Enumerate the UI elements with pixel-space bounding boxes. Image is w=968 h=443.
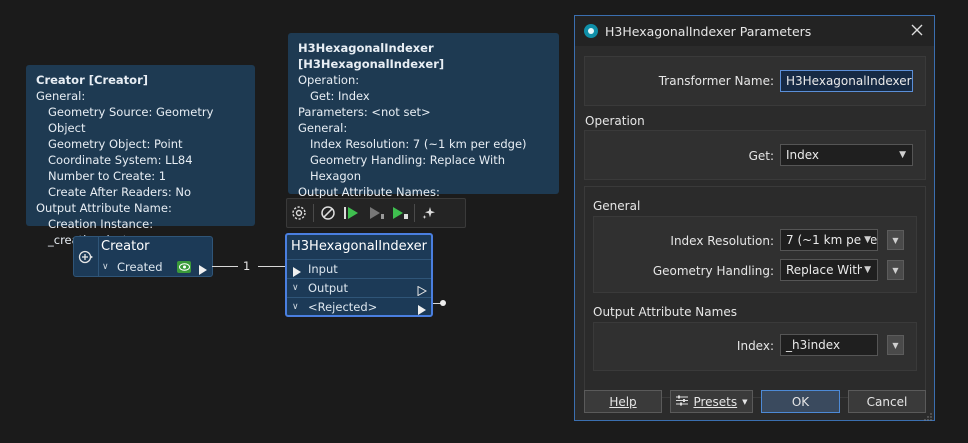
toolbar-separator <box>414 204 415 222</box>
parameters-dialog: H3HexagonalIndexer Parameters Transforme… <box>574 15 935 421</box>
h3-tooltip-line: General: <box>298 121 348 135</box>
h3-tooltip: H3HexagonalIndexer [H3HexagonalIndexer] … <box>288 33 559 215</box>
dialog-titlebar[interactable]: H3HexagonalIndexer Parameters <box>575 16 934 46</box>
output-port[interactable]: ∨ Output <box>287 278 431 297</box>
node-toolbar <box>286 198 466 228</box>
h3-node-title: H3HexagonalIndexer <box>291 239 428 254</box>
rejected-connector-dot[interactable] <box>440 300 446 306</box>
rejected-port-label: <Rejected> <box>308 300 378 314</box>
chevron-down-icon[interactable]: ∨ <box>102 258 109 276</box>
run-from-this-icon[interactable] <box>364 201 388 225</box>
chevron-down-icon: ▼ <box>899 150 906 160</box>
chevron-down-icon: ▼ <box>862 230 871 250</box>
creator-node[interactable]: Creator ∨ Created <box>73 236 213 277</box>
chevron-down-icon[interactable]: ∨ <box>292 279 299 297</box>
ok-button[interactable]: OK <box>761 390 840 413</box>
general-panel <box>593 216 917 293</box>
creator-tooltip-lines: General: Geometry Source: Geometry Object… <box>36 88 245 248</box>
sparkle-icon[interactable] <box>417 201 441 225</box>
output-attributes-section-title: Output Attribute Names <box>593 305 737 319</box>
index-resolution-menu-button[interactable]: ▼ <box>887 230 904 250</box>
index-menu-button[interactable]: ▼ <box>887 335 904 355</box>
creator-tooltip: Creator [Creator] General: Geometry Sourc… <box>26 65 255 247</box>
geometry-handling-menu-button[interactable]: ▼ <box>887 260 904 280</box>
ok-button-label: OK <box>791 394 810 409</box>
gear-icon[interactable] <box>287 201 311 225</box>
h3-tooltip-line: Operation: <box>298 73 360 87</box>
eye-icon[interactable] <box>177 261 191 273</box>
chevron-down-icon[interactable]: ∨ <box>292 298 299 316</box>
creator-tooltip-line: General: <box>36 89 86 103</box>
help-button-label: Help <box>609 394 637 409</box>
creator-tooltip-line: Number to Create: 1 <box>48 169 167 183</box>
creator-tooltip-line: Coordinate System: LL84 <box>48 153 193 167</box>
run-just-this-icon[interactable] <box>388 201 412 225</box>
index-resolution-label: Index Resolution: <box>670 234 774 248</box>
transformer-name-input[interactable]: H3HexagonalIndexer <box>780 70 913 92</box>
creator-tooltip-line: Geometry Object: Point <box>48 137 183 151</box>
h3-node[interactable]: H3HexagonalIndexer Input ∨ Output ∨ <Rej… <box>285 233 433 317</box>
creator-icon <box>74 237 99 276</box>
resize-grip-icon[interactable] <box>924 410 932 421</box>
connection-count: 1 <box>243 259 251 273</box>
output-port-label: Output <box>308 281 348 295</box>
creator-node-title: Creator <box>101 239 150 254</box>
h3-tooltip-line: Get: Index <box>310 89 370 103</box>
toolbar-separator <box>313 204 314 222</box>
rejected-arrow-icon <box>417 302 427 320</box>
transformer-name-label: Transformer Name: <box>658 74 774 88</box>
input-port[interactable]: Input <box>287 259 431 278</box>
h3-tooltip-lines: Operation: Get: Index Parameters: <not set… <box>298 72 549 216</box>
index-resolution-select[interactable]: 7 (~1 km per e ▼ <box>780 229 878 251</box>
dialog-title: H3HexagonalIndexer Parameters <box>605 23 812 39</box>
chevron-down-icon: ▼ <box>862 260 871 280</box>
created-port-label: Created <box>117 260 163 274</box>
index-label: Index: <box>736 339 774 353</box>
output-arrow-icon <box>198 262 208 280</box>
creator-tooltip-line: Create After Readers: No <box>48 185 191 199</box>
cancel-button-label: Cancel <box>866 394 908 409</box>
h3-tooltip-line: Geometry Handling: Replace With Hexagon <box>310 153 506 183</box>
help-button[interactable]: Help <box>584 390 662 413</box>
disable-icon[interactable] <box>316 201 340 225</box>
index-input[interactable]: _h3index <box>780 334 878 356</box>
h3-tooltip-line: Parameters: <not set> <box>298 105 431 119</box>
presets-button-label: Presets <box>693 394 738 409</box>
geometry-handling-label: Geometry Handling: <box>652 264 774 278</box>
operation-section-title: Operation <box>585 114 645 128</box>
created-port[interactable]: ∨ Created <box>98 258 212 276</box>
chevron-down-icon: ▼ <box>742 397 748 406</box>
presets-button[interactable]: Presets ▼ <box>670 390 753 413</box>
connection-line[interactable] <box>212 266 238 267</box>
geometry-handling-select[interactable]: Replace With ▼ <box>780 259 878 281</box>
get-select[interactable]: Index ▼ <box>780 144 913 166</box>
creator-tooltip-line: Output Attribute Name: <box>36 201 172 215</box>
h3-tooltip-line: Index Resolution: 7 (~1 km per edge) <box>310 137 527 151</box>
get-select-value: Index <box>786 148 820 162</box>
h3-tooltip-title: H3HexagonalIndexer [H3HexagonalIndexer] <box>298 41 445 71</box>
rejected-port[interactable]: ∨ <Rejected> <box>287 297 431 316</box>
general-section-title: General <box>593 199 641 213</box>
app-icon <box>584 24 598 38</box>
geometry-handling-value: Replace With <box>786 263 865 277</box>
cancel-button[interactable]: Cancel <box>848 390 926 413</box>
get-label: Get: <box>748 149 774 163</box>
creator-tooltip-line: Geometry Source: Geometry Object <box>48 105 214 135</box>
close-icon[interactable] <box>910 23 924 40</box>
creator-tooltip-title: Creator [Creator] <box>36 73 148 87</box>
sliders-icon <box>675 395 689 409</box>
run-to-this-icon[interactable] <box>340 201 364 225</box>
input-port-label: Input <box>308 262 338 276</box>
